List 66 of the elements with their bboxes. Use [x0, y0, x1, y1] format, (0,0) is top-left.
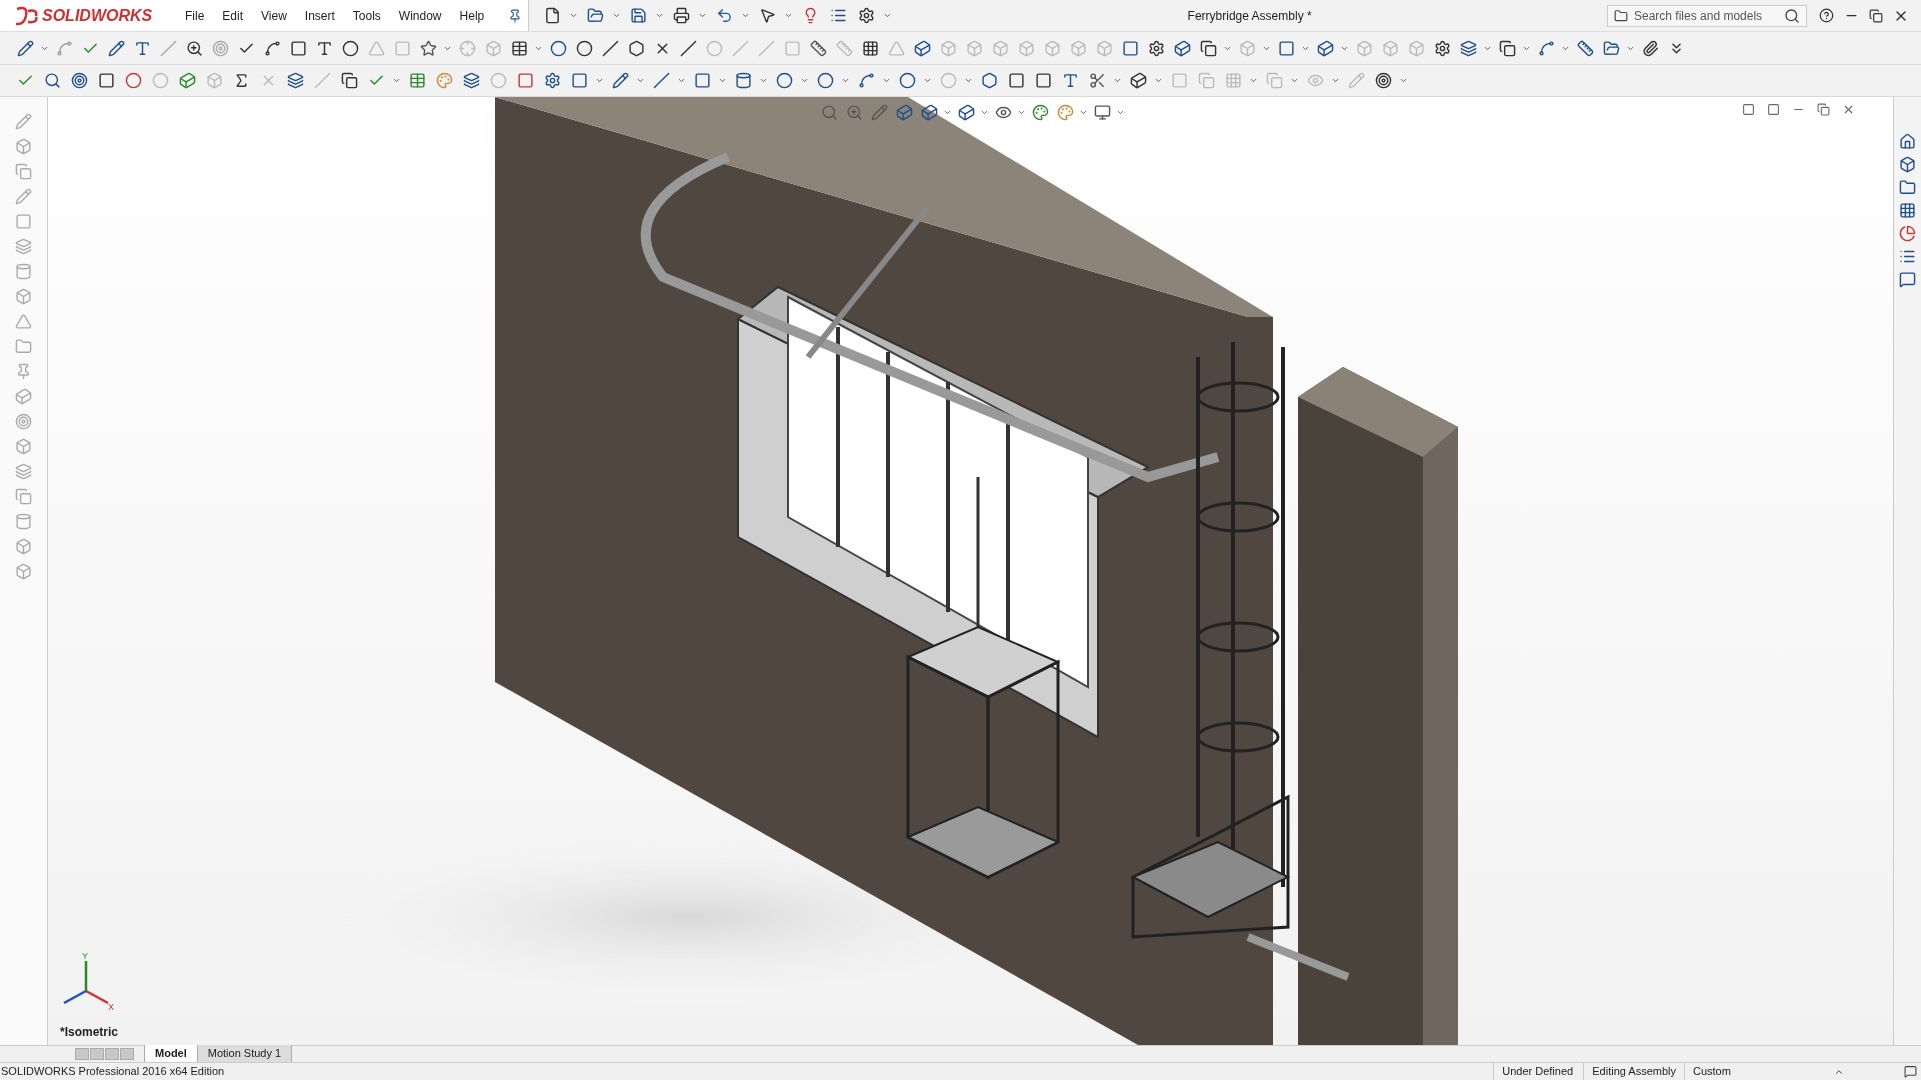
list-icon[interactable] — [1899, 248, 1916, 265]
pin-icon[interactable] — [508, 8, 523, 23]
caret-icon[interactable] — [718, 76, 727, 85]
search-field[interactable]: Search files and models — [1634, 6, 1778, 25]
status-item: Custom — [1684, 1063, 1774, 1080]
grid-icon[interactable] — [1899, 202, 1916, 219]
product-edition: SOLIDWORKS Professional 2016 x64 Edition — [0, 1064, 226, 1080]
menu-item[interactable]: Tools — [344, 4, 389, 27]
caret-icon[interactable] — [923, 76, 932, 85]
caret-icon[interactable] — [655, 11, 665, 20]
menu-item[interactable]: View — [253, 4, 295, 27]
caret-icon[interactable] — [636, 76, 645, 85]
caret-icon[interactable] — [1154, 76, 1163, 85]
menu-item[interactable]: Window — [390, 4, 450, 27]
home-icon[interactable] — [1899, 133, 1916, 150]
part-icon[interactable] — [1899, 156, 1916, 173]
caret-icon[interactable] — [698, 11, 708, 20]
logo-mark-icon — [14, 4, 40, 27]
pin-icon[interactable] — [15, 363, 32, 380]
menu-item[interactable]: Edit — [214, 4, 252, 27]
status-item: Under Defined — [1493, 1063, 1584, 1080]
model-tab[interactable]: Model — [144, 1045, 198, 1062]
view-orientation-label: *Isometric — [60, 1024, 119, 1041]
caret-icon[interactable] — [1249, 76, 1258, 85]
cylinder-icon[interactable] — [15, 513, 32, 530]
restore-icon[interactable] — [1817, 103, 1830, 116]
target-icon[interactable] — [15, 413, 32, 430]
menu-item[interactable]: File — [177, 4, 213, 27]
sketch-icon[interactable] — [15, 113, 32, 130]
caret-icon[interactable] — [883, 11, 893, 20]
caret-icon[interactable] — [759, 76, 768, 85]
search-icon[interactable] — [1784, 7, 1800, 24]
folder-icon[interactable] — [1899, 179, 1916, 196]
search-box[interactable]: Search files and models — [1607, 4, 1807, 27]
caret-icon[interactable] — [800, 76, 809, 85]
caret-icon[interactable] — [1331, 76, 1340, 85]
caret-icon[interactable] — [677, 76, 686, 85]
caret-icon[interactable] — [392, 76, 401, 85]
cylinder-icon[interactable] — [15, 263, 32, 280]
caret-icon[interactable] — [784, 11, 794, 20]
box-icon[interactable] — [15, 563, 32, 580]
caret-icon[interactable] — [595, 76, 604, 85]
caret-icon[interactable] — [964, 76, 973, 85]
close-icon[interactable] — [1842, 103, 1855, 116]
document-title: Ferrybridge Assembly * — [1187, 7, 1312, 25]
caret-icon[interactable] — [1399, 76, 1408, 85]
box-icon[interactable] — [15, 538, 32, 555]
logo-text: SOLIDWORKS — [42, 5, 153, 26]
chat-icon[interactable] — [1899, 271, 1916, 288]
caret-icon[interactable] — [1290, 76, 1299, 85]
caret-icon[interactable] — [741, 11, 751, 20]
menu-item[interactable]: Help — [451, 4, 493, 27]
pie-chart-icon[interactable] — [1899, 225, 1916, 242]
status-item: Editing Assembly — [1583, 1063, 1684, 1080]
caret-icon[interactable] — [1113, 76, 1122, 85]
model-tab[interactable]: Motion Study 1 — [197, 1045, 293, 1062]
caret-icon[interactable] — [612, 11, 622, 20]
menu-item[interactable]: Insert — [296, 4, 343, 27]
folder-icon[interactable] — [1614, 8, 1628, 23]
triangle-icon[interactable] — [15, 313, 32, 330]
restore-icon[interactable] — [1869, 8, 1883, 23]
caret-icon[interactable] — [569, 11, 579, 20]
caret-icon[interactable] — [841, 76, 850, 85]
caret-icon[interactable] — [882, 76, 891, 85]
help-icon[interactable] — [1819, 8, 1834, 23]
box-icon[interactable] — [15, 288, 32, 305]
